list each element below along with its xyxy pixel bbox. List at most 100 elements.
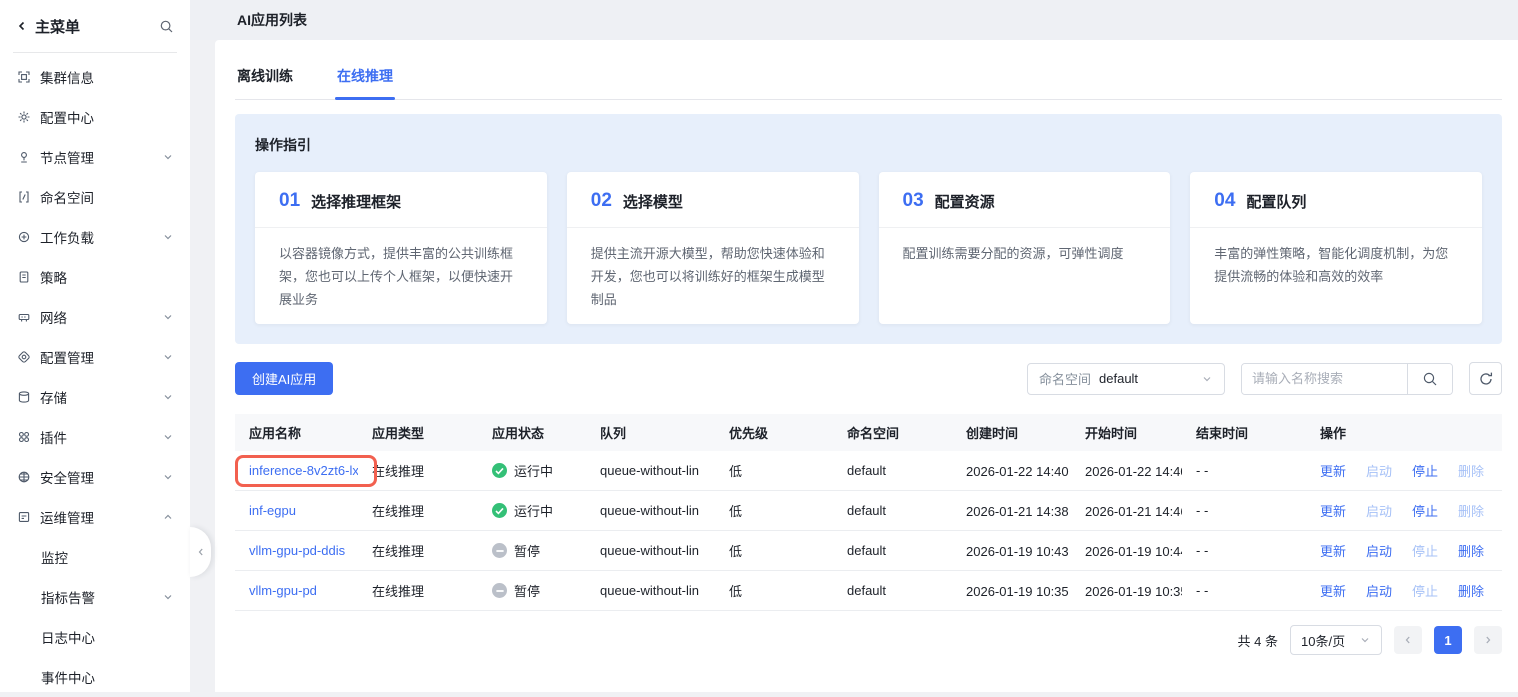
chevron-down-icon: [162, 391, 174, 403]
created-cell: 2026-01-19 10:35: [952, 582, 1071, 598]
priority-cell: 低: [715, 541, 833, 560]
search-input[interactable]: [1242, 364, 1407, 394]
delete-link[interactable]: 删除: [1458, 581, 1484, 600]
guide-step-3: 03 配置资源 配置训练需要分配的资源，可弹性调度: [879, 172, 1171, 324]
search-button[interactable]: [1407, 364, 1452, 394]
delete-link[interactable]: 删除: [1458, 541, 1484, 560]
chevron-down-icon: [162, 471, 174, 483]
stop-link[interactable]: 停止: [1412, 501, 1438, 520]
namespace-cell: default: [833, 503, 952, 518]
sidebar-item-storage[interactable]: 存储: [0, 377, 190, 417]
step-number: 02: [591, 190, 612, 212]
update-link[interactable]: 更新: [1320, 541, 1346, 560]
chevron-down-icon: [1201, 373, 1213, 385]
sidebar-item-monitoring[interactable]: 监控: [0, 537, 190, 577]
created-cell: 2026-01-22 14:40: [952, 462, 1071, 478]
sidebar-item-config-management[interactable]: 配置管理: [0, 337, 190, 377]
storage-icon: [16, 390, 31, 404]
chevron-down-icon: [162, 431, 174, 443]
tab-online-inference[interactable]: 在线推理: [335, 66, 395, 99]
app-name-link[interactable]: vllm-gpu-pd: [249, 583, 317, 598]
step-description: 配置训练需要分配的资源，可弹性调度: [879, 228, 1171, 266]
main-content-card: 离线训练 在线推理 操作指引 01 选择推理框架 以容器镜像方式，提供丰富的公共…: [215, 40, 1518, 692]
created-cell: 2026-01-19 10:43: [952, 542, 1071, 558]
sidebar-item-policy[interactable]: 策略: [0, 257, 190, 297]
stop-link[interactable]: 停止: [1412, 461, 1438, 480]
step-title: 选择模型: [623, 191, 683, 212]
sidebar-search-button[interactable]: [159, 19, 174, 34]
app-name-link[interactable]: vllm-gpu-pd-ddis: [249, 543, 345, 558]
sidebar-item-log-center[interactable]: 日志中心: [0, 617, 190, 657]
app-status-cell: 暂停: [478, 581, 586, 600]
app-name-link[interactable]: inference-8v2zt6-lx: [249, 463, 358, 478]
col-header-namespace: 命名空间: [833, 423, 952, 442]
ended-cell: - -: [1182, 463, 1306, 478]
sidebar-item-node-management[interactable]: 节点管理: [0, 137, 190, 177]
app-status-cell: 运行中: [478, 501, 586, 520]
sidebar-back-button[interactable]: 主菜单: [16, 16, 80, 37]
create-ai-app-button[interactable]: 创建AI应用: [235, 362, 333, 395]
chevron-down-icon: [162, 351, 174, 363]
sidebar-collapse-handle[interactable]: [190, 527, 211, 577]
total-count: 共 4 条: [1238, 631, 1278, 650]
table-row: vllm-gpu-pd 在线推理 暂停 queue-without-lin 低 …: [235, 571, 1502, 611]
chevron-down-icon: [1359, 634, 1371, 646]
sidebar-item-config-center[interactable]: 配置中心: [0, 97, 190, 137]
operation-guide-panel: 操作指引 01 选择推理框架 以容器镜像方式，提供丰富的公共训练框架，您也可以上…: [235, 114, 1502, 344]
namespace-value: default: [1099, 371, 1138, 386]
sidebar-item-security-management[interactable]: 安全管理: [0, 457, 190, 497]
guide-title: 操作指引: [255, 135, 1482, 155]
update-link[interactable]: 更新: [1320, 461, 1346, 480]
sidebar-item-plugin[interactable]: 插件: [0, 417, 190, 457]
sidebar-title: 主菜单: [35, 16, 80, 37]
page-title: AI应用列表: [190, 0, 1518, 40]
update-link[interactable]: 更新: [1320, 581, 1346, 600]
namespace-cell: default: [833, 583, 952, 598]
namespace-icon: [16, 190, 31, 204]
namespace-cell: default: [833, 463, 952, 478]
app-name-link[interactable]: inf-egpu: [249, 503, 296, 518]
chevron-left-icon: [16, 20, 28, 32]
step-description: 丰富的弹性策略，智能化调度机制，为您提供流畅的体验和高效的效率: [1190, 228, 1482, 289]
sidebar-item-event-center[interactable]: 事件中心: [0, 657, 190, 697]
ended-cell: - -: [1182, 543, 1306, 558]
sidebar-item-cluster-info[interactable]: 集群信息: [0, 57, 190, 97]
actions-cell: 更新 启动 停止 删除: [1306, 501, 1502, 520]
namespace-select[interactable]: 命名空间 default: [1027, 363, 1225, 395]
queue-cell: queue-without-lin: [586, 543, 715, 558]
sidebar-item-metric-alerts[interactable]: 指标告警: [0, 577, 190, 617]
chevron-up-icon: [162, 511, 174, 523]
refresh-icon: [1478, 371, 1494, 387]
prev-page-button: [1394, 626, 1422, 654]
tab-offline-training[interactable]: 离线训练: [235, 66, 295, 99]
search-icon: [1422, 371, 1438, 387]
chevron-down-icon: [162, 311, 174, 323]
start-link[interactable]: 启动: [1366, 541, 1392, 560]
app-type-cell: 在线推理: [358, 581, 478, 600]
sidebar-menu: 集群信息 配置中心 节点管理 命名空间 工作负载 策略 网络: [0, 53, 190, 697]
update-link[interactable]: 更新: [1320, 501, 1346, 520]
chevron-down-icon: [162, 591, 174, 603]
refresh-button[interactable]: [1469, 362, 1502, 395]
col-header-queue: 队列: [586, 423, 715, 442]
pause-circle-icon: [492, 583, 507, 598]
step-title: 配置资源: [935, 191, 995, 212]
col-header-started: 开始时间: [1071, 423, 1182, 442]
table-header-row: 应用名称 应用类型 应用状态 队列 优先级 命名空间 创建时间 开始时间 结束时…: [235, 414, 1502, 451]
sidebar: 主菜单 集群信息 配置中心 节点管理 命名空间 工作负载: [0, 0, 190, 692]
sidebar-item-namespace[interactable]: 命名空间: [0, 177, 190, 217]
col-header-app-name: 应用名称: [235, 423, 358, 442]
sidebar-item-workload[interactable]: 工作负载: [0, 217, 190, 257]
delete-link: 删除: [1458, 461, 1484, 480]
start-link[interactable]: 启动: [1366, 581, 1392, 600]
started-cell: 2026-01-21 14:46: [1071, 502, 1182, 518]
col-header-priority: 优先级: [715, 423, 833, 442]
sidebar-item-network[interactable]: 网络: [0, 297, 190, 337]
app-type-cell: 在线推理: [358, 541, 478, 560]
page-1-button[interactable]: 1: [1434, 626, 1462, 654]
sidebar-item-ops-management[interactable]: 运维管理: [0, 497, 190, 537]
workload-icon: [16, 230, 31, 244]
queue-cell: queue-without-lin: [586, 503, 715, 518]
page-size-select[interactable]: 10条/页: [1290, 625, 1382, 655]
network-icon: [16, 310, 31, 324]
